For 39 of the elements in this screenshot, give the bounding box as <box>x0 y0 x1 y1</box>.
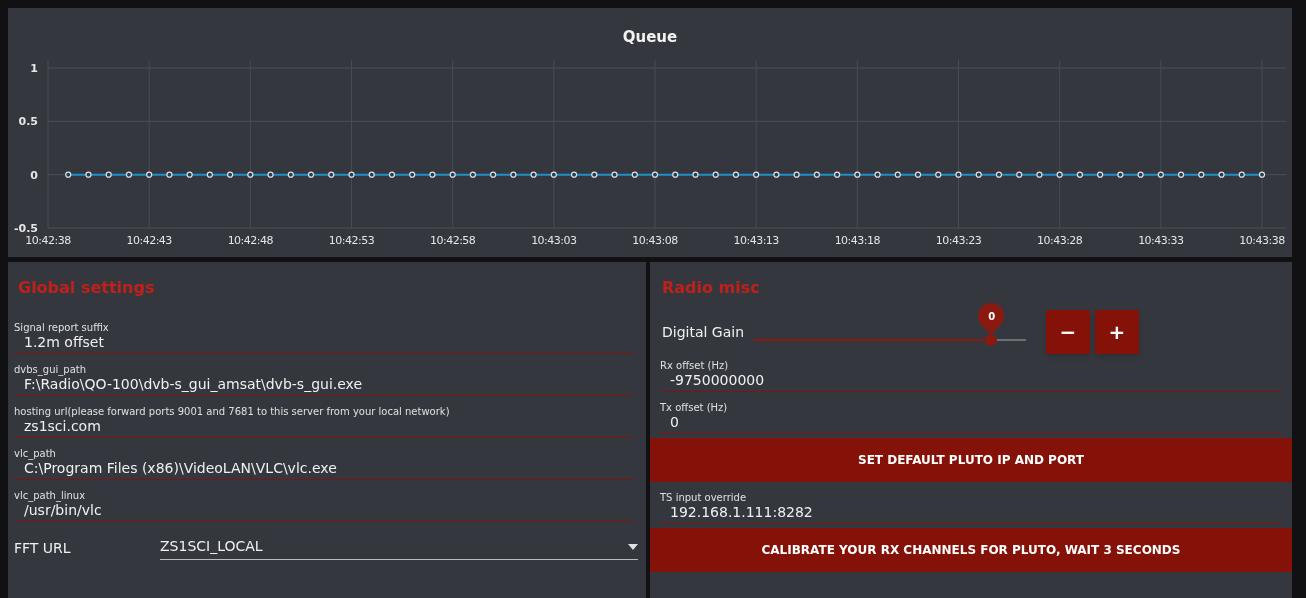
chart-title: Queue <box>622 28 678 46</box>
panel-title: Global settings <box>17 277 156 299</box>
x-axis-label: 10:42:43 <box>126 234 172 247</box>
x-axis-label: 10:43:03 <box>531 234 577 247</box>
x-axis-label: 10:42:38 <box>25 234 71 247</box>
dropdown-value: ZS1SCI_LOCAL <box>160 537 263 556</box>
slider-label: Digital Gain <box>662 322 746 342</box>
x-axis-label: 10:43:13 <box>733 234 779 247</box>
panel-title: Radio misc <box>661 277 761 299</box>
x-axis-label: 10:43:28 <box>1036 234 1083 247</box>
field-label: Rx offset (Hz) <box>660 360 730 372</box>
x-axis-label: 10:42:53 <box>328 234 375 247</box>
x-axis-label: 10:43:18 <box>834 234 881 247</box>
field-value: 0 <box>669 414 680 430</box>
field-value: 192.168.1.111:8282 <box>669 504 814 520</box>
field-value: /usr/bin/vlc <box>23 502 103 518</box>
x-axis-label: 10:42:58 <box>429 234 476 247</box>
field-value: zs1sci.com <box>23 418 102 434</box>
x-axis-label: 10:42:48 <box>227 234 274 247</box>
y-axis-label: 1 <box>30 62 38 75</box>
field-label: FFT URL <box>14 538 72 558</box>
field-label: TS input override <box>660 492 748 504</box>
field-value: 1.2m offset <box>23 334 105 350</box>
field-value: C:\Program Files (x86)\VideoLAN\VLC\vlc.exe <box>23 460 338 476</box>
field-value: F:\Radio\QO-100\dvb-s_gui_amsat\dvb-s_gui.exe <box>23 376 364 392</box>
field-label: vlc_path <box>14 448 57 460</box>
field-label: Tx offset (Hz) <box>660 402 729 414</box>
x-axis-label: 10:43:38 <box>1239 234 1285 247</box>
y-axis-label: 0.5 <box>18 115 38 129</box>
field-label: dvbs_gui_path <box>14 364 88 376</box>
field-value: -9750000000 <box>669 372 766 388</box>
x-axis-label: 10:43:08 <box>632 234 678 247</box>
field-label: vlc_path_linux <box>14 490 87 502</box>
x-axis-label: 10:43:23 <box>935 234 982 247</box>
x-axis-label: 10:43:33 <box>1138 234 1184 247</box>
y-axis-label: 0 <box>30 168 38 182</box>
y-axis-label: -0.5 <box>13 222 38 235</box>
field-label: hosting url(please forward ports 9001 and 7681 to this server from your local network) <box>14 406 451 418</box>
field-label: Signal report suffix <box>14 322 110 334</box>
